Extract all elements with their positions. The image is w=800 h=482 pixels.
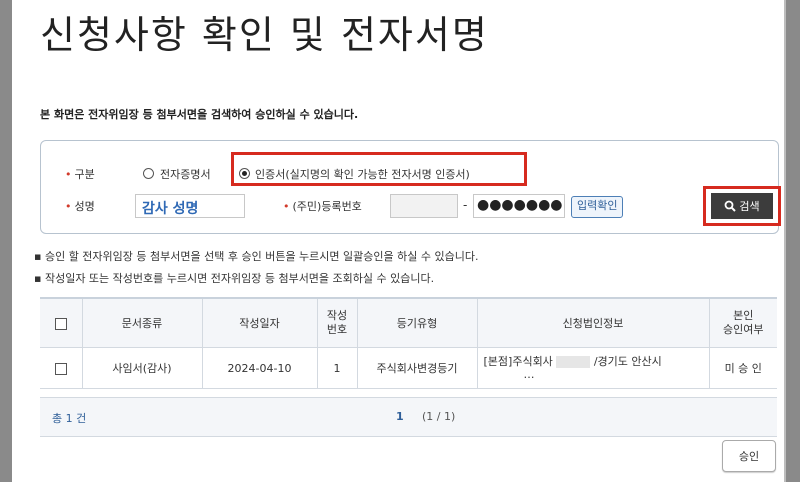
cell-date[interactable]: 2024-04-10: [201, 347, 318, 389]
select-all-cell: [40, 297, 83, 348]
header-number: 작성 번호: [316, 297, 358, 348]
corp-info-prefix: [본점]주식회사: [483, 355, 553, 368]
total-count: 총 1 건: [52, 412, 87, 425]
cell-corp-info: [본점]주식회사 /경기도 안산시 …: [476, 347, 710, 389]
rrn-front-input[interactable]: [390, 194, 458, 218]
radio-cert-label[interactable]: 인증서(실지명의 확인 가능한 전자서명 인증서): [255, 166, 470, 182]
approve-button[interactable]: 승인: [722, 440, 776, 472]
note-bullet-icon: ▪: [34, 272, 45, 285]
page-container: 신청사항 확인 및 전자서명 본 화면은 전자위임장 등 첨부서면을 검색하여 …: [12, 0, 786, 482]
results-table: 문서종류 작성일자 작성 번호 등기유형 신청법인정보 본인 승인여부 사임서(감사…: [40, 297, 777, 389]
table-header-row: 문서종류 작성일자 작성 번호 등기유형 신청법인정보 본인 승인여부: [40, 297, 777, 348]
input-confirm-button[interactable]: 입력확인: [571, 196, 624, 218]
header-approval: 본인 승인여부: [708, 297, 777, 348]
cell-doc-type: 사임서(감사): [81, 347, 203, 389]
summary-bar: 총 1 건 1 (1 / 1): [40, 397, 777, 437]
cell-reg-type: 주식회사변경등기: [356, 347, 478, 389]
note-2-text: 작성일자 또는 작성번호를 누르시면 전자위임장 등 첨부서면을 조회하실 수 …: [44, 272, 435, 285]
note-1-text: 승인 할 전자위임장 등 첨부서면을 선택 후 승인 버튼을 누르시면 일괄승인…: [44, 250, 479, 263]
header-date: 작성일자: [201, 297, 318, 348]
header-reg-type: 등기유형: [356, 297, 478, 348]
note-bullet-icon: ▪: [34, 250, 45, 263]
name-label: 성명: [74, 200, 95, 213]
note-1: ▪ 승인 할 전자위임장 등 첨부서면을 선택 후 승인 버튼을 누르시면 일괄…: [34, 248, 478, 264]
header-corp-info: 신청법인정보: [476, 297, 710, 348]
name-input[interactable]: 감사 성명: [135, 194, 245, 218]
corp-info-more: …: [523, 368, 535, 381]
radio-e-cert[interactable]: [143, 168, 154, 179]
corp-info-suffix: /경기도 안산시: [593, 355, 662, 368]
scrollbar-track[interactable]: [784, 0, 786, 482]
type-label-wrap: • 구분: [65, 166, 95, 182]
rrn-dash: -: [463, 198, 468, 212]
rrn-back-input[interactable]: ●●●●●●●: [473, 194, 565, 218]
table-row: 사임서(감사) 2024-04-10 1 주식회사변경등기 [본점]주식회사 /…: [40, 347, 777, 389]
bullet-icon: •: [283, 200, 290, 213]
cell-number[interactable]: 1: [316, 347, 358, 389]
bullet-icon: •: [65, 200, 72, 213]
note-2: ▪ 작성일자 또는 작성번호를 누르시면 전자위임장 등 첨부서면을 조회하실 …: [34, 270, 434, 286]
row-select-cell: [40, 347, 83, 389]
select-all-checkbox[interactable]: [54, 317, 67, 330]
bullet-icon: •: [65, 168, 72, 181]
row-checkbox[interactable]: [54, 362, 67, 375]
cell-approval: 미 승 인: [708, 347, 777, 389]
current-page[interactable]: 1: [396, 410, 404, 423]
type-label: 구분: [74, 168, 95, 181]
search-button[interactable]: 검색: [711, 193, 773, 219]
search-icon: [724, 200, 737, 212]
search-panel: • 구분 전자증명서 인증서(실지명의 확인 가능한 전자서명 인증서) • 성명 …: [40, 140, 781, 234]
rrn-label-wrap: • (주민)등록번호: [283, 198, 362, 214]
page-info: (1 / 1): [422, 410, 456, 423]
name-label-wrap: • 성명: [65, 198, 95, 214]
header-doc-type: 문서종류: [81, 297, 203, 348]
radio-cert[interactable]: [239, 168, 250, 179]
redacted-block: [556, 356, 591, 368]
search-button-label: 검색: [739, 200, 760, 213]
rrn-label: (주민)등록번호: [292, 200, 362, 213]
page-description: 본 화면은 전자위임장 등 첨부서면을 검색하여 승인하실 수 있습니다.: [40, 108, 359, 121]
radio-e-cert-label[interactable]: 전자증명서: [160, 166, 211, 182]
page-title: 신청사항 확인 및 전자서명: [40, 13, 489, 57]
